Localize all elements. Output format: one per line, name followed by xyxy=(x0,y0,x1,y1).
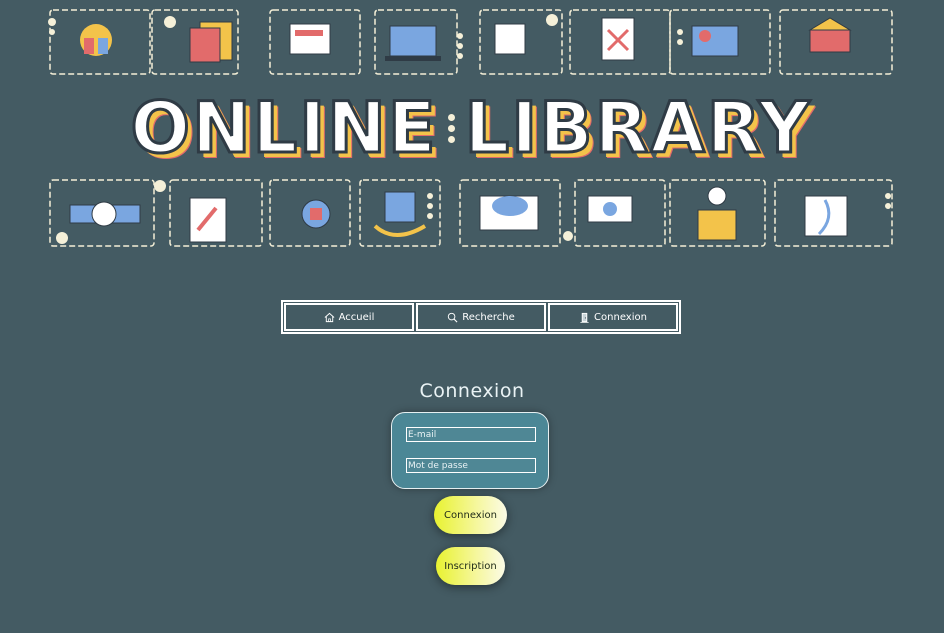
search-icon xyxy=(448,312,458,322)
nav-item-connexion[interactable]: Connexion xyxy=(548,303,678,331)
register-button[interactable]: Inscription xyxy=(436,547,505,585)
nav-label-connexion: Connexion xyxy=(594,311,647,323)
banner-separator xyxy=(447,113,455,143)
email-field[interactable] xyxy=(406,427,536,442)
home-icon xyxy=(324,312,335,322)
nav-label-accueil: Accueil xyxy=(338,311,375,323)
banner-title: ONLINE LIBRARY xyxy=(40,86,902,171)
banner-word-online: ONLINE xyxy=(129,86,438,171)
banner-word-library: LIBRARY xyxy=(463,86,812,171)
login-button[interactable]: Connexion xyxy=(434,496,507,534)
nav-label-recherche: Recherche xyxy=(462,311,515,323)
nav-item-recherche[interactable]: Recherche xyxy=(416,303,546,331)
nav-item-accueil[interactable]: Accueil xyxy=(284,303,414,331)
password-field[interactable] xyxy=(406,458,536,473)
door-icon xyxy=(580,312,589,323)
login-form-card xyxy=(391,412,549,489)
page-title: Connexion xyxy=(419,380,525,402)
online-library-banner: ONLINE LIBRARY xyxy=(40,0,902,258)
main-nav: Accueil Recherche Connexion xyxy=(281,300,681,334)
page: ONLINE LIBRARY Accueil Recherche Connexi… xyxy=(0,0,944,633)
